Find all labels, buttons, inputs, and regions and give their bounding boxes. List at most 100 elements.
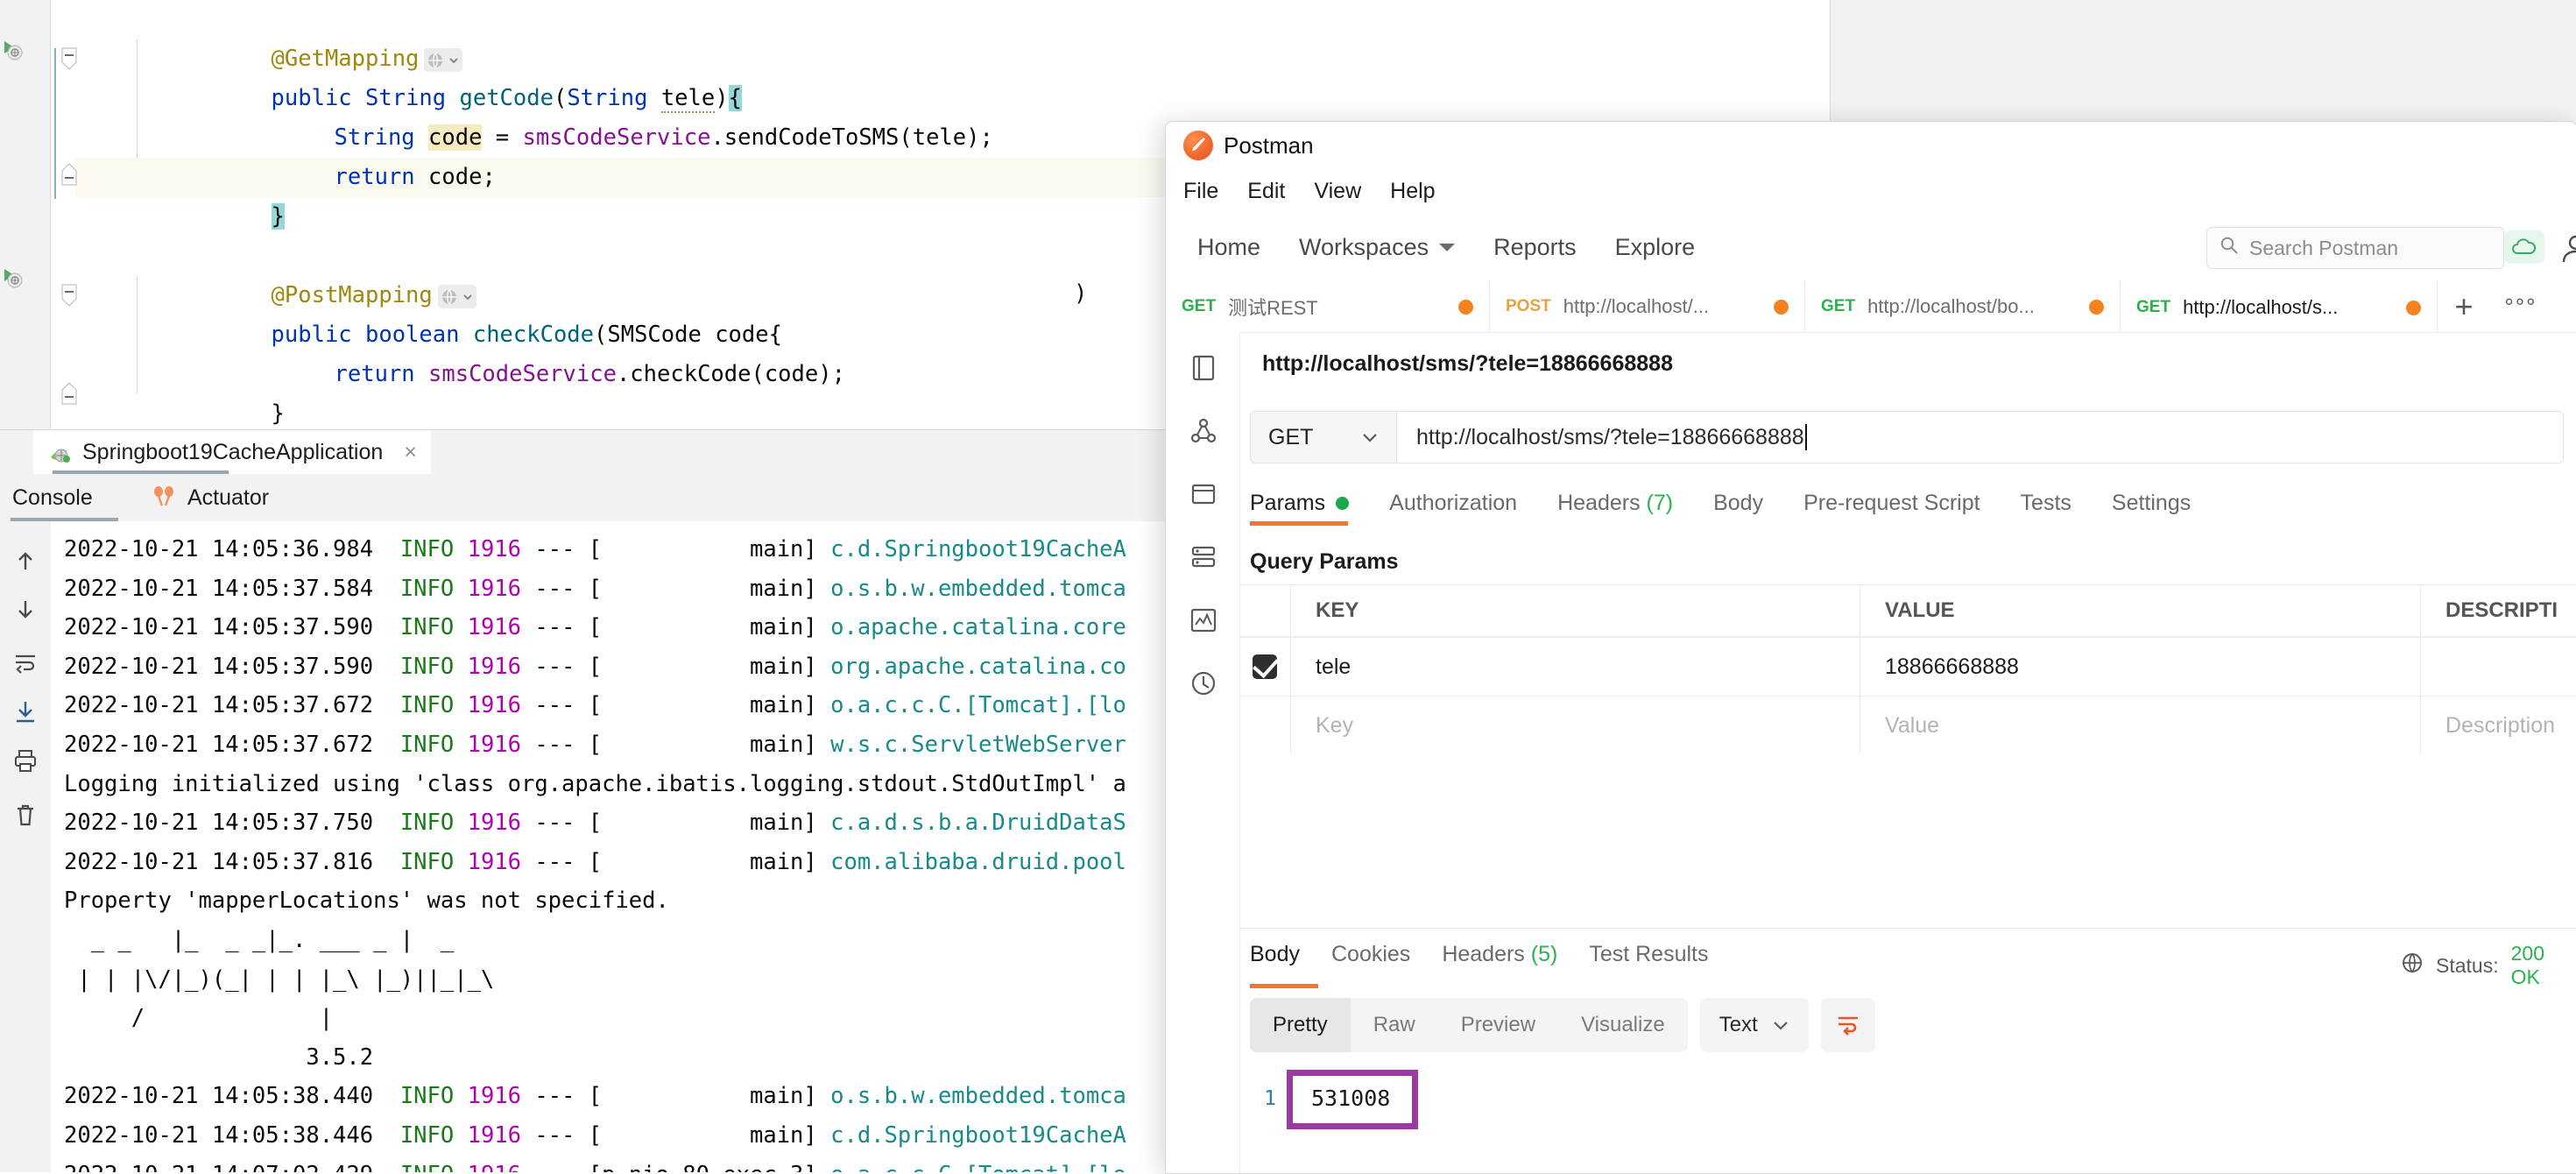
run-config-label: Springboot19CacheApplication: [82, 439, 384, 464]
tab-authorization[interactable]: Authorization: [1389, 491, 1517, 516]
tab-actuator[interactable]: Actuator: [151, 474, 269, 521]
postman-titlebar: Postman: [1166, 122, 2576, 169]
console-line: 2022-10-21 14:05:37.750 INFO 1916 --- [ …: [64, 810, 1126, 837]
wrap-lines-button[interactable]: [1820, 998, 1875, 1052]
field-smscodeservice-2: smsCodeService: [428, 361, 617, 387]
postman-left-rail[interactable]: [1166, 332, 1240, 1173]
url-input[interactable]: http://localhost/sms/?tele=18866668888: [1397, 411, 2564, 463]
scroll-to-end-icon[interactable]: [12, 698, 39, 725]
search-box[interactable]: Search Postman: [2206, 227, 2504, 269]
close-icon[interactable]: ×: [404, 440, 417, 465]
row-checkbox[interactable]: [1253, 654, 1277, 679]
nav-reports[interactable]: Reports: [1474, 234, 1596, 261]
row-key[interactable]: tele: [1316, 654, 1351, 680]
menu-view[interactable]: View: [1314, 179, 1361, 204]
field-smscodeservice: smsCodeService: [522, 124, 711, 151]
nav-explore[interactable]: Explore: [1596, 234, 1715, 261]
format-segment-group[interactable]: Pretty Raw Preview Visualize: [1250, 998, 1688, 1052]
spring-leaf-icon: [47, 440, 72, 464]
nav-home[interactable]: Home: [1178, 234, 1280, 261]
tab-pre-request-script[interactable]: Pre-request Script: [1803, 491, 1980, 516]
monitors-icon[interactable]: [1189, 605, 1218, 635]
console-line: 2022-10-21 14:05:37.672 INFO 1916 --- [ …: [64, 692, 1126, 719]
tab-tests[interactable]: Tests: [2021, 491, 2071, 516]
format-visualize[interactable]: Visualize: [1558, 998, 1688, 1052]
scroll-down-icon[interactable]: [12, 597, 39, 623]
console-line: 2022-10-21 14:07:02.429 INFO 1916 --- [p…: [64, 1156, 1126, 1173]
tab-params[interactable]: Params: [1250, 491, 1350, 516]
menu-file[interactable]: File: [1183, 179, 1218, 204]
table-row[interactable]: tele 18866668888: [1239, 637, 2576, 696]
postman-logo-icon: [1183, 131, 1213, 160]
screen: @GetMapping public String getCode(String…: [0, 0, 2576, 1174]
format-raw[interactable]: Raw: [1351, 998, 1438, 1052]
placeholder-key[interactable]: Key: [1316, 713, 1353, 739]
tab-console[interactable]: Console: [12, 474, 93, 521]
tab-headers-label: Headers: [1557, 490, 1641, 515]
menu-help[interactable]: Help: [1390, 179, 1435, 204]
response-body[interactable]: 1 531008: [1250, 1070, 2476, 1140]
status-label: Status:: [2436, 953, 2499, 977]
console-line: _ _ |_ _ _|_. ___ _ | _: [64, 926, 455, 953]
method-badge: GET: [1182, 297, 1217, 315]
tab-settings[interactable]: Settings: [2112, 491, 2191, 516]
menu-edit[interactable]: Edit: [1247, 179, 1285, 204]
console-toolbar[interactable]: [0, 521, 51, 1172]
format-preview[interactable]: Preview: [1438, 998, 1558, 1052]
request-tab-1-label: http://localhost/...: [1563, 295, 1710, 317]
mock-servers-icon[interactable]: [1189, 542, 1218, 572]
postman-window[interactable]: Postman File Edit View Help Home Workspa…: [1165, 121, 2576, 1174]
request-tab-3[interactable]: GET http://localhost/s...: [2121, 281, 2438, 332]
nav-workspaces[interactable]: Workspaces: [1280, 234, 1474, 261]
resp-tab-headers[interactable]: Headers (5): [1442, 942, 1557, 967]
unsaved-dot-icon: [1774, 299, 1789, 315]
method-select[interactable]: GET: [1250, 411, 1397, 463]
editor-gutter[interactable]: [0, 0, 51, 429]
request-section-tabs[interactable]: Params Authorization Headers (7) Body Pr…: [1250, 479, 2564, 527]
format-pretty[interactable]: Pretty: [1250, 998, 1351, 1052]
tab-options-button[interactable]: °°°: [2490, 281, 2551, 332]
run-config-tab[interactable]: Springboot19CacheApplication ×: [33, 430, 431, 474]
row-value[interactable]: 18866668888: [1885, 654, 2019, 680]
tab-body[interactable]: Body: [1713, 491, 1763, 516]
new-tab-button[interactable]: +: [2438, 281, 2490, 332]
run-gutter-icon[interactable]: [2, 39, 25, 61]
resp-tab-test-results[interactable]: Test Results: [1589, 942, 1708, 967]
apis-icon[interactable]: [1189, 416, 1218, 446]
request-tab-1[interactable]: POST http://localhost/...: [1490, 281, 1805, 332]
response-format-toolbar[interactable]: Pretty Raw Preview Visualize Text: [1250, 998, 1875, 1052]
table-placeholder-row[interactable]: Key Value Description: [1239, 696, 2576, 754]
run-gutter-icon-2[interactable]: [2, 266, 25, 289]
placeholder-description[interactable]: Description: [2445, 713, 2555, 739]
history-icon[interactable]: [1189, 668, 1218, 698]
collections-icon[interactable]: [1189, 353, 1218, 383]
response-tabs[interactable]: Body Cookies Headers (5) Test Results: [1250, 942, 1709, 967]
nav-reports-label: Reports: [1493, 233, 1577, 260]
trash-icon[interactable]: [12, 802, 39, 828]
soft-wrap-icon[interactable]: [12, 649, 39, 675]
request-tab-3-label: http://localhost/s...: [2183, 296, 2339, 318]
chevron-down-icon: [1439, 243, 1456, 251]
placeholder-value[interactable]: Value: [1885, 713, 1939, 739]
request-tab-0[interactable]: GET 测试REST: [1166, 281, 1490, 332]
print-icon[interactable]: [12, 747, 39, 774]
request-title: http://localhost/sms/?tele=18866668888: [1262, 351, 1673, 376]
request-tab-2[interactable]: GET http://localhost/bo...: [1805, 281, 2121, 332]
call-checkcode: .checkCode(code);: [616, 361, 845, 387]
request-tabbar[interactable]: GET 测试REST POST http://localhost/... GET…: [1166, 281, 2576, 333]
resp-tab-cookies[interactable]: Cookies: [1331, 942, 1410, 967]
scroll-up-icon[interactable]: [12, 548, 39, 574]
url-row[interactable]: GET http://localhost/sms/?tele=188666688…: [1250, 411, 2564, 463]
query-params-table[interactable]: KEY VALUE DESCRIPTI tele 18866668888 Key…: [1239, 584, 2576, 754]
environments-icon[interactable]: [1189, 479, 1218, 509]
content-type-select[interactable]: Text: [1699, 998, 1809, 1052]
method-badge: GET: [2136, 298, 2171, 316]
tab-headers[interactable]: Headers (7): [1557, 491, 1673, 516]
console-line: 2022-10-21 14:05:37.590 INFO 1916 --- [ …: [64, 653, 1126, 680]
sync-cloud-icon[interactable]: [2504, 230, 2544, 264]
user-avatar-icon[interactable]: [2558, 230, 2576, 265]
nav-workspaces-label: Workspaces: [1299, 233, 1429, 260]
resp-tab-body[interactable]: Body: [1250, 942, 1300, 967]
console-line: 3.5.2: [64, 1043, 387, 1071]
postman-menubar[interactable]: File Edit View Help: [1166, 169, 2576, 213]
